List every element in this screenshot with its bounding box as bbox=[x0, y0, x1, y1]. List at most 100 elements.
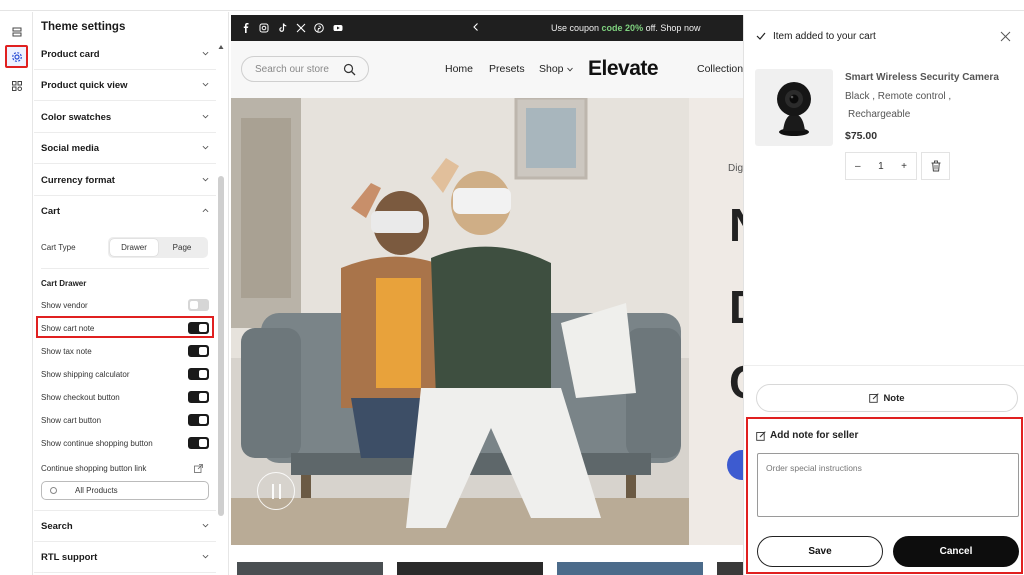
toggle-label: Show checkout button bbox=[41, 393, 120, 402]
nav-shop[interactable]: Shop bbox=[539, 63, 564, 75]
panel-scrollbar[interactable] bbox=[218, 44, 224, 574]
cancel-button[interactable]: Cancel bbox=[893, 536, 1019, 567]
section-label: Color swatches bbox=[41, 111, 112, 123]
chevron-left-icon[interactable] bbox=[471, 22, 481, 32]
remove-item-button[interactable] bbox=[921, 152, 950, 180]
storefront-preview: Use coupon code 20% off. Shop now Search… bbox=[231, 15, 743, 575]
product-thumbnail[interactable] bbox=[755, 69, 833, 146]
show-vendor-toggle[interactable] bbox=[188, 299, 209, 311]
collection-thumbnails bbox=[231, 545, 743, 575]
sections-rail-button[interactable] bbox=[5, 20, 28, 43]
section-label: RTL support bbox=[41, 551, 98, 563]
toggle-label: Show shipping calculator bbox=[41, 370, 130, 379]
show-cart-button-toggle[interactable] bbox=[188, 414, 209, 426]
show-continue-shopping-toggle[interactable] bbox=[188, 437, 209, 449]
close-icon[interactable] bbox=[1000, 31, 1011, 42]
cart-drawer: Item added to your cart Smart Wireless S… bbox=[743, 15, 1024, 575]
toggle-label: Show cart note bbox=[41, 324, 95, 333]
section-label: Product quick view bbox=[41, 79, 128, 91]
nav-presets[interactable]: Presets bbox=[489, 63, 525, 75]
scrollbar-thumb[interactable] bbox=[218, 176, 224, 516]
section-label: Social media bbox=[41, 142, 100, 154]
store-search[interactable]: Search our store bbox=[241, 56, 369, 82]
show-cart-note-toggle[interactable] bbox=[188, 322, 209, 334]
icon-rail bbox=[0, 12, 33, 575]
section-social-media[interactable]: Social media bbox=[34, 133, 216, 164]
note-button[interactable]: Note bbox=[756, 384, 1018, 412]
order-note-textarea[interactable] bbox=[757, 453, 1019, 517]
section-product-card[interactable]: Product card bbox=[34, 39, 216, 70]
coupon-code: code 20% bbox=[601, 23, 644, 33]
facebook-icon[interactable] bbox=[241, 23, 251, 33]
store-logo[interactable]: Elevate bbox=[588, 57, 659, 81]
save-button[interactable]: Save bbox=[757, 536, 883, 567]
theme-settings-rail-button[interactable] bbox=[5, 45, 28, 68]
section-product-quick-view[interactable]: Product quick view bbox=[34, 70, 216, 101]
quantity-increase-button[interactable]: + bbox=[901, 161, 907, 172]
quantity-value[interactable]: 1 bbox=[878, 161, 884, 172]
store-header: Search our store Home Presets Shop Eleva… bbox=[231, 41, 743, 98]
toggle-label: Show tax note bbox=[41, 347, 92, 356]
product-variants: Black , Remote control , bbox=[845, 91, 952, 102]
panel-title: Theme settings bbox=[41, 21, 126, 33]
chevron-down-icon bbox=[567, 67, 573, 72]
collection-thumbnail[interactable] bbox=[557, 562, 703, 575]
instagram-icon[interactable] bbox=[259, 23, 269, 33]
search-placeholder: Search our store bbox=[255, 63, 329, 75]
cart-type-option-page[interactable]: Page bbox=[158, 239, 206, 256]
toggle-label: Show cart button bbox=[41, 416, 102, 425]
note-panel-title: Add note for seller bbox=[756, 430, 858, 441]
divider bbox=[744, 365, 1024, 366]
tiktok-icon[interactable] bbox=[278, 23, 288, 33]
continue-link-label: Continue shopping button link bbox=[41, 464, 147, 473]
section-label: Product card bbox=[41, 48, 100, 60]
collection-thumbnail[interactable] bbox=[717, 562, 743, 575]
vr-couple-photo bbox=[231, 98, 689, 545]
announcement-text[interactable]: Use coupon code 20% off. Shop now bbox=[551, 23, 700, 33]
toggle-label: Show vendor bbox=[41, 301, 88, 310]
cart-drawer-heading: Cart Drawer bbox=[41, 279, 87, 288]
scroll-up-icon[interactable] bbox=[218, 44, 224, 50]
chevron-down-icon bbox=[202, 554, 209, 559]
youtube-icon[interactable] bbox=[333, 23, 343, 33]
sections-icon bbox=[12, 27, 21, 36]
collection-thumbnail[interactable] bbox=[237, 562, 383, 575]
section-label: Currency format bbox=[41, 174, 115, 186]
quantity-decrease-button[interactable]: – bbox=[855, 161, 861, 172]
chevron-down-icon bbox=[202, 82, 209, 87]
apps-rail-button[interactable] bbox=[5, 74, 28, 97]
hero-pause-button[interactable] bbox=[257, 472, 295, 510]
app-root: Theme settings Product card Product quic… bbox=[0, 0, 1024, 575]
section-color-swatches[interactable]: Color swatches bbox=[34, 102, 216, 133]
note-button-label: Note bbox=[883, 392, 905, 404]
nav-collection[interactable]: Collection bbox=[697, 63, 743, 75]
note-panel-title-text: Add note for seller bbox=[770, 430, 859, 441]
section-cart[interactable]: Cart bbox=[34, 196, 216, 227]
external-link-icon[interactable] bbox=[194, 464, 203, 473]
cart-drawer-header: Item added to your cart bbox=[744, 15, 1024, 59]
continue-link-field[interactable]: All Products bbox=[41, 481, 209, 500]
collection-thumbnail[interactable] bbox=[397, 562, 543, 575]
nav-home[interactable]: Home bbox=[445, 63, 473, 75]
link-source-icon bbox=[50, 487, 57, 494]
cart-drawer-title: Item added to your cart bbox=[773, 31, 876, 42]
chevron-down-icon bbox=[202, 523, 209, 528]
top-bar bbox=[0, 0, 1024, 11]
chevron-down-icon bbox=[202, 145, 209, 150]
edit-note-icon bbox=[869, 393, 880, 403]
show-tax-note-toggle[interactable] bbox=[188, 345, 209, 357]
section-label: Search bbox=[41, 520, 73, 532]
hero-banner: Dig N D C bbox=[231, 98, 743, 545]
show-checkout-button-toggle[interactable] bbox=[188, 391, 209, 403]
pinterest-icon[interactable] bbox=[314, 23, 324, 33]
section-rtl-support[interactable]: RTL support bbox=[34, 542, 216, 573]
cart-type-option-drawer[interactable]: Drawer bbox=[110, 239, 158, 256]
chevron-down-icon bbox=[202, 177, 209, 182]
show-shipping-calculator-toggle[interactable] bbox=[188, 368, 209, 380]
apps-icon bbox=[11, 80, 22, 91]
security-camera-image bbox=[777, 82, 811, 136]
section-search[interactable]: Search bbox=[34, 511, 216, 542]
section-currency-format[interactable]: Currency format bbox=[34, 165, 216, 196]
x-twitter-icon[interactable] bbox=[296, 23, 306, 33]
product-name[interactable]: Smart Wireless Security Camera bbox=[845, 72, 999, 83]
